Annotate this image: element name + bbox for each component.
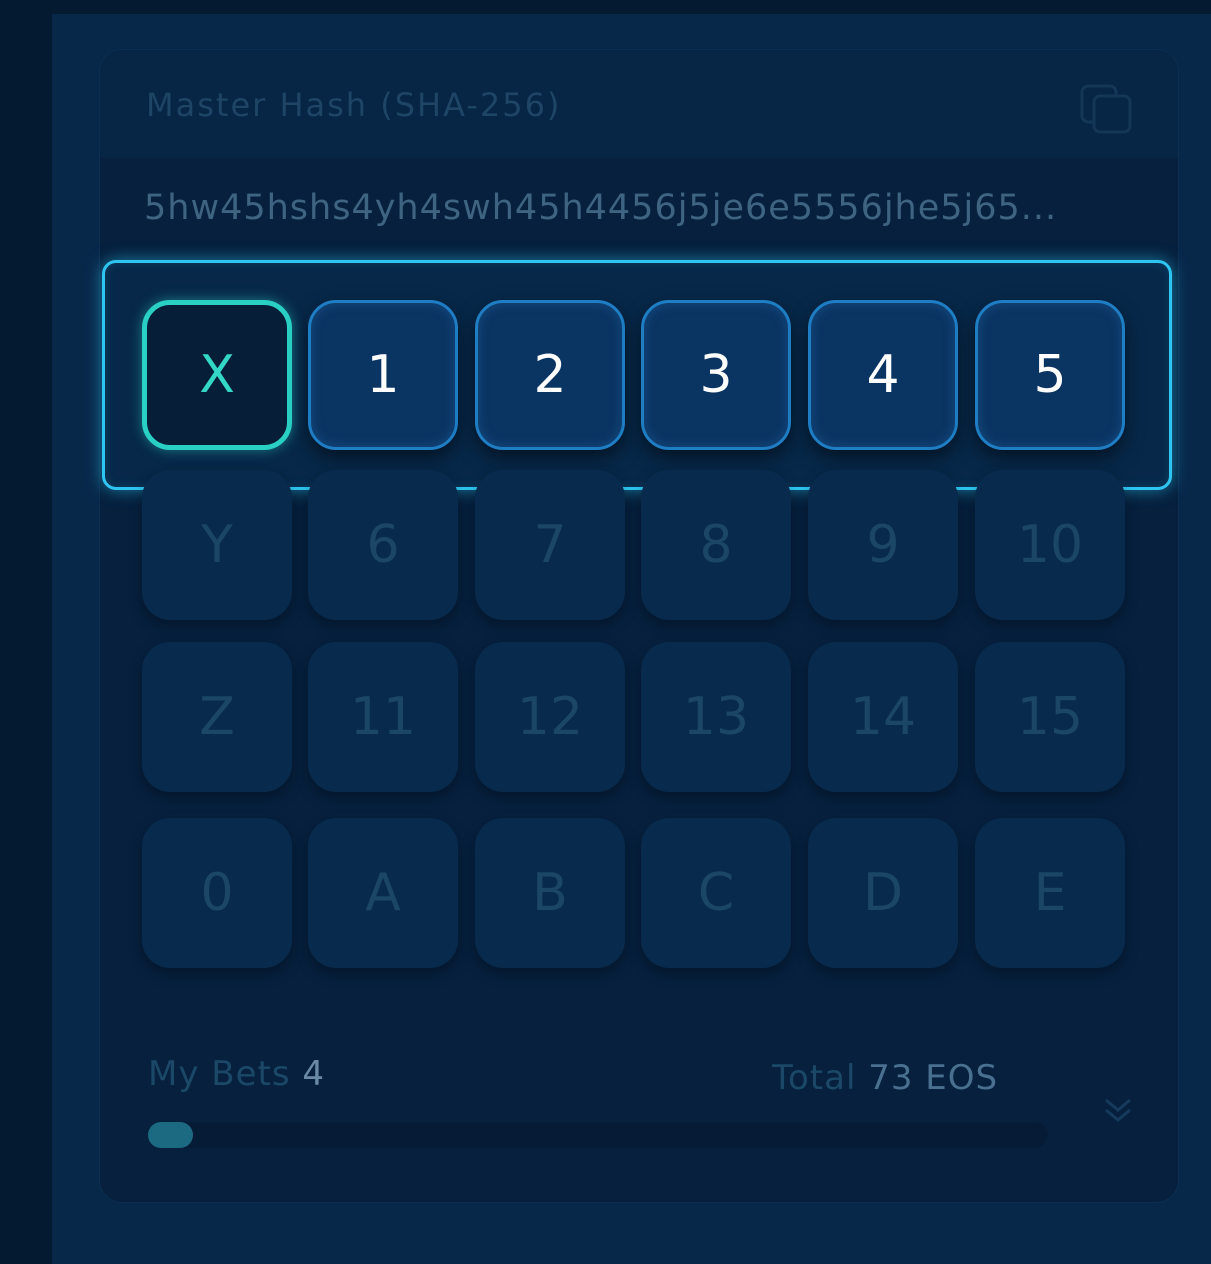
grid-cell-13[interactable]: 13 xyxy=(641,642,791,792)
hash-value: 5hw45hshs4yh4swh45h4456j5je6e5556jhe5j65… xyxy=(144,188,1058,228)
top-strip xyxy=(0,0,1211,14)
grid-cell-a[interactable]: A xyxy=(308,818,458,968)
grid-cell-11[interactable]: 11 xyxy=(308,642,458,792)
page: Master Hash (SHA-256) 5hw45hshs4yh4swh45… xyxy=(0,0,1211,1264)
grid-cell-4[interactable]: 4 xyxy=(808,300,958,450)
grid-cell-1[interactable]: 1 xyxy=(308,300,458,450)
grid-cell-5[interactable]: 5 xyxy=(975,300,1125,450)
my-bets-value: 4 xyxy=(302,1054,326,1094)
hash-title: Master Hash (SHA-256) xyxy=(146,86,562,124)
grid-cell-c[interactable]: C xyxy=(641,818,791,968)
grid-cell-z[interactable]: Z xyxy=(142,642,292,792)
total-label: Total xyxy=(772,1058,857,1098)
grid-cell-y[interactable]: Y xyxy=(142,470,292,620)
grid-cell-12[interactable]: 12 xyxy=(475,642,625,792)
progress-track xyxy=(148,1122,1048,1148)
chevron-down-icon[interactable] xyxy=(1100,1092,1136,1128)
grid-cell-0[interactable]: 0 xyxy=(142,818,292,968)
grid-cell-2[interactable]: 2 xyxy=(475,300,625,450)
copy-icon[interactable] xyxy=(1078,82,1134,136)
grid-cell-10[interactable]: 10 xyxy=(975,470,1125,620)
grid-cell-6[interactable]: 6 xyxy=(308,470,458,620)
total-value: 73 EOS xyxy=(868,1058,999,1098)
progress-fill xyxy=(148,1122,193,1148)
grid-cell-14[interactable]: 14 xyxy=(808,642,958,792)
my-bets: My Bets 4 xyxy=(148,1054,325,1094)
grid-cell-e[interactable]: E xyxy=(975,818,1125,968)
grid-cell-d[interactable]: D xyxy=(808,818,958,968)
my-bets-label: My Bets xyxy=(148,1054,291,1094)
grid-cell-7[interactable]: 7 xyxy=(475,470,625,620)
grid-cell-15[interactable]: 15 xyxy=(975,642,1125,792)
left-strip xyxy=(0,0,52,1264)
grid-cell-b[interactable]: B xyxy=(475,818,625,968)
grid-cell-3[interactable]: 3 xyxy=(641,300,791,450)
total: Total 73 EOS xyxy=(772,1058,998,1098)
grid-cell-9[interactable]: 9 xyxy=(808,470,958,620)
grid-cell-8[interactable]: 8 xyxy=(641,470,791,620)
grid-cell-x[interactable]: X xyxy=(142,300,292,450)
